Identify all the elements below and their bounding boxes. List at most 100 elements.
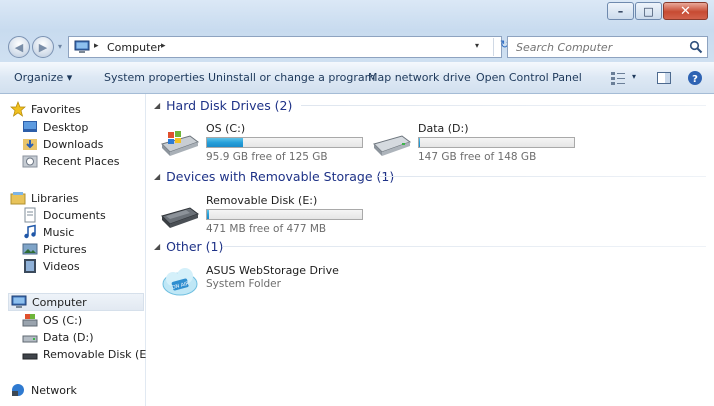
minimize-button[interactable]: –	[607, 2, 634, 20]
drive-usage-bar	[418, 137, 575, 148]
nav-network[interactable]: Network	[10, 381, 77, 399]
organize-menu[interactable]: Organize ▾	[14, 71, 72, 84]
maximize-button[interactable]: □	[635, 2, 662, 20]
maximize-icon: □	[643, 4, 654, 18]
nav-os-c[interactable]: OS (C:)	[22, 311, 82, 329]
recent-pages-dropdown[interactable]: ▾	[58, 42, 62, 51]
system-drive-icon	[22, 314, 38, 327]
preview-pane-icon[interactable]	[656, 70, 672, 86]
group-divider	[378, 176, 706, 177]
collapse-icon[interactable]: ◢	[154, 101, 160, 110]
search-box[interactable]	[507, 36, 708, 58]
group-title: Hard Disk Drives (2)	[166, 97, 293, 113]
nav-label: Music	[43, 225, 75, 239]
nav-label: Network	[31, 383, 77, 397]
svg-text:?: ?	[692, 74, 698, 85]
address-bar[interactable]: ▸ Computer ▸ ▾ ↻	[68, 36, 509, 58]
drive-name: OS (C:)	[206, 122, 246, 135]
nav-computer[interactable]: Computer	[8, 293, 144, 311]
documents-icon	[24, 207, 36, 223]
nav-removable-e[interactable]: Removable Disk (E:)	[22, 345, 154, 363]
minimize-icon: –	[617, 4, 624, 18]
drive-os-c[interactable]: OS (C:) 95.9 GB free of 125 GB	[160, 122, 370, 163]
cloud-storage-icon: ON AIR	[162, 268, 198, 296]
map-network-drive-button[interactable]: Map network drive	[368, 71, 471, 84]
libraries-icon	[10, 192, 26, 205]
nav-favorites[interactable]: Favorites	[10, 100, 81, 118]
nav-label: OS (C:)	[43, 313, 83, 327]
drive-name: Removable Disk (E:)	[206, 194, 318, 207]
item-type: System Folder	[206, 278, 281, 290]
item-name: ASUS WebStorage Drive	[206, 264, 339, 277]
group-header-hard-disk-drives[interactable]: ◢ Hard Disk Drives (2)	[154, 96, 292, 114]
change-view-icon[interactable]	[610, 70, 626, 86]
forward-button[interactable]: ▶	[32, 36, 54, 58]
desktop-icon	[23, 121, 37, 132]
search-input[interactable]	[508, 37, 678, 57]
close-icon: ✕	[680, 3, 691, 19]
removable-drive-icon	[161, 207, 200, 228]
collapse-icon[interactable]: ◢	[154, 242, 160, 251]
open-control-panel-button[interactable]: Open Control Panel	[476, 71, 582, 84]
title-bar: – □ ✕	[0, 0, 714, 30]
drive-name: Data (D:)	[418, 122, 469, 135]
address-dropdown-icon[interactable]: ▾	[475, 41, 479, 50]
group-title: Other (1)	[166, 238, 224, 254]
videos-icon	[24, 259, 36, 273]
nav-videos[interactable]: Videos	[22, 257, 80, 275]
breadcrumb-computer[interactable]: Computer	[107, 41, 162, 54]
group-header-other[interactable]: ◢ Other (1)	[154, 237, 223, 255]
nav-label: Downloads	[43, 137, 104, 151]
music-icon	[24, 224, 36, 239]
computer-icon	[11, 295, 27, 308]
system-drive-icon	[161, 131, 200, 156]
uninstall-program-button[interactable]: Uninstall or change a program	[208, 71, 375, 84]
command-bar: Organize ▾ System properties Uninstall o…	[0, 62, 714, 94]
nav-desktop[interactable]: Desktop	[22, 118, 88, 136]
drive-usage-fill	[419, 138, 421, 147]
nav-libraries[interactable]: Libraries	[10, 189, 79, 207]
breadcrumb-separator[interactable]: ▸	[161, 41, 166, 51]
nav-pictures[interactable]: Pictures	[22, 240, 87, 258]
content-pane: ◢ Hard Disk Drives (2) OS (C:) 95.9 GB f…	[146, 94, 714, 406]
nav-data-d[interactable]: Data (D:)	[22, 328, 94, 346]
hard-drive-icon	[22, 335, 38, 343]
forward-arrow-icon: ▶	[38, 40, 48, 54]
group-title: Devices with Removable Storage (1)	[166, 168, 395, 184]
removable-drive-icon	[22, 353, 38, 360]
breadcrumb-separator[interactable]: ▸	[94, 41, 99, 51]
hard-drive-icon	[373, 135, 412, 156]
drive-free-space: 95.9 GB free of 125 GB	[206, 151, 328, 163]
group-divider	[222, 246, 706, 247]
window-controls: – □ ✕	[606, 2, 708, 20]
group-header-removable-storage[interactable]: ◢ Devices with Removable Storage (1)	[154, 167, 394, 185]
nav-downloads[interactable]: Downloads	[22, 135, 103, 153]
nav-label: Favorites	[31, 102, 81, 116]
view-options-dropdown[interactable]: ▾	[632, 72, 636, 81]
drive-removable-e[interactable]: Removable Disk (E:) 471 MB free of 477 M…	[160, 194, 370, 235]
drive-free-space: 147 GB free of 148 GB	[418, 151, 537, 163]
close-button[interactable]: ✕	[663, 2, 708, 20]
system-properties-button[interactable]: System properties	[104, 71, 205, 84]
drive-usage-bar	[206, 209, 363, 220]
nav-music[interactable]: Music	[22, 223, 74, 241]
navigation-pane: Favorites Desktop Downloads Recent Place…	[0, 94, 154, 406]
computer-icon	[74, 40, 90, 53]
pictures-icon	[22, 243, 38, 255]
nav-label: Desktop	[43, 120, 89, 134]
nav-documents[interactable]: Documents	[22, 206, 106, 224]
help-icon[interactable]: ?	[687, 70, 703, 86]
collapse-icon[interactable]: ◢	[154, 172, 160, 181]
recent-places-icon	[22, 155, 38, 168]
nav-label: Videos	[43, 259, 80, 273]
star-icon	[10, 101, 26, 117]
drive-data-d[interactable]: Data (D:) 147 GB free of 148 GB	[372, 122, 582, 163]
address-row: ◀ ▶ ▾ ▸ Computer ▸ ▾ ↻	[0, 30, 714, 62]
back-button[interactable]: ◀	[8, 36, 30, 58]
nav-recent-places[interactable]: Recent Places	[22, 152, 120, 170]
nav-label: Documents	[43, 208, 106, 222]
item-asus-webstorage[interactable]: ON AIR ASUS WebStorage Drive System Fold…	[160, 264, 370, 304]
search-icon[interactable]	[689, 40, 703, 54]
refresh-icon[interactable]: ↻	[493, 38, 509, 56]
nav-label: Data (D:)	[43, 330, 94, 344]
